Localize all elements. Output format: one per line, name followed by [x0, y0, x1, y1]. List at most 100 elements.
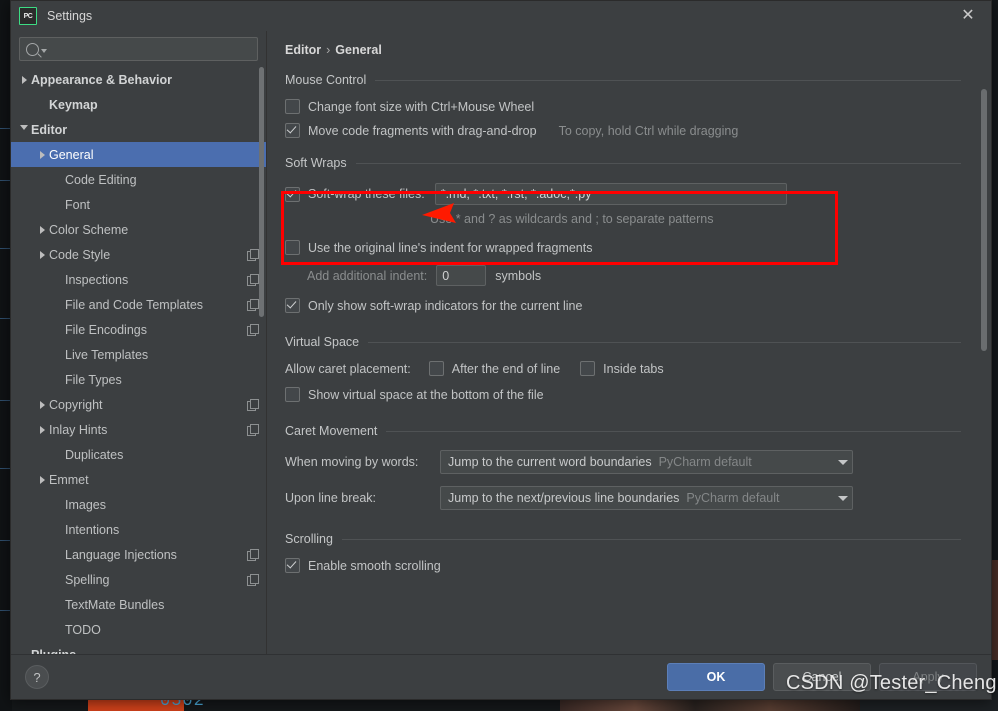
section-divider [341, 538, 961, 540]
row-additional-indent: Add additional indent: 0 symbols [307, 265, 991, 286]
sidebar-item-label: Copyright [49, 397, 103, 412]
inside-tabs-checkbox[interactable] [580, 361, 596, 376]
after-end-of-line-label: After the end of line [451, 361, 561, 376]
breadcrumb-root[interactable]: Editor [285, 43, 321, 57]
only-current-line-checkbox[interactable] [285, 298, 300, 313]
watermark-text: CSDN @Tester_Cheng [786, 672, 997, 694]
section-title: Soft Wraps [285, 156, 347, 170]
sidebar-item-plugins[interactable]: Plugins [11, 642, 266, 655]
search-icon [26, 42, 39, 56]
sidebar-item-file-and-code-templates[interactable]: File and Code Templates [11, 292, 266, 317]
content-scrollbar-thumb[interactable] [981, 89, 987, 351]
moving-by-words-default-tag: PyCharm default [658, 455, 752, 469]
sidebar-item-appearance-behavior[interactable]: Appearance & Behavior [11, 67, 266, 92]
additional-indent-suffix: symbols [495, 268, 542, 283]
copy-settings-icon[interactable] [247, 399, 259, 411]
sidebar-item-label: Spelling [65, 572, 110, 587]
copy-settings-icon[interactable] [247, 574, 259, 586]
sidebar-item-todo[interactable]: TODO [11, 617, 266, 642]
section-divider [368, 341, 961, 343]
additional-indent-input[interactable]: 0 [436, 265, 487, 286]
section-caret-movement: Caret Movement [285, 424, 991, 438]
sidebar-item-live-templates[interactable]: Live Templates [11, 342, 266, 367]
section-divider [386, 430, 961, 432]
row-change-font-size: Change font size with Ctrl+Mouse Wheel [285, 99, 991, 114]
sidebar-item-label: Inspections [65, 272, 129, 287]
chevron-down-icon [838, 459, 848, 465]
sidebar-item-color-scheme[interactable]: Color Scheme [11, 217, 266, 242]
row-drag-and-drop: Move code fragments with drag-and-drop T… [285, 123, 991, 138]
soft-wrap-files-input[interactable]: *.md; *.txt; *.rst; *.adoc;*.py [434, 183, 787, 205]
sidebar-item-file-encodings[interactable]: File Encodings [11, 317, 266, 342]
copy-settings-icon[interactable] [247, 424, 259, 436]
search-box[interactable] [19, 37, 258, 61]
copy-settings-icon[interactable] [247, 274, 259, 286]
close-icon[interactable]: ✕ [953, 5, 983, 27]
sidebar-item-duplicates[interactable]: Duplicates [11, 442, 266, 467]
chevron-right-icon [17, 75, 31, 84]
sidebar-item-inlay-hints[interactable]: Inlay Hints [11, 417, 266, 442]
settings-sidebar: Appearance & Behavior Keymap Editor General… [11, 31, 266, 654]
row-caret-placement: Allow caret placement: After the end of … [285, 361, 991, 376]
drag-and-drop-checkbox[interactable] [285, 123, 300, 138]
pycharm-icon: PC [19, 7, 37, 25]
upon-line-break-default-tag: PyCharm default [686, 491, 780, 505]
moving-by-words-select[interactable]: Jump to the current word boundaries PyCh… [440, 450, 853, 474]
chevron-down-icon [17, 125, 31, 134]
search-input[interactable] [51, 41, 251, 57]
copy-settings-icon[interactable] [247, 549, 259, 561]
sidebar-item-spelling[interactable]: Spelling [11, 567, 266, 592]
chevron-right-icon [35, 425, 49, 434]
section-title: Caret Movement [285, 424, 378, 438]
sidebar-item-inspections[interactable]: Inspections [11, 267, 266, 292]
sidebar-item-emmet[interactable]: Emmet [11, 467, 266, 492]
chevron-right-icon [35, 400, 49, 409]
sidebar-item-textmate-bundles[interactable]: TextMate Bundles [11, 592, 266, 617]
copy-settings-icon[interactable] [247, 249, 259, 261]
sidebar-item-language-injections[interactable]: Language Injections [11, 542, 266, 567]
sidebar-item-images[interactable]: Images [11, 492, 266, 517]
sidebar-item-code-editing[interactable]: Code Editing [11, 167, 266, 192]
row-smooth-scrolling: Enable smooth scrolling [285, 558, 991, 573]
row-original-indent: Use the original line's indent for wrapp… [285, 240, 991, 255]
change-font-size-checkbox[interactable] [285, 99, 300, 114]
section-soft-wraps: Soft Wraps [285, 156, 991, 170]
sidebar-item-label: Intentions [65, 522, 120, 537]
sidebar-item-copyright[interactable]: Copyright [11, 392, 266, 417]
sidebar-item-keymap[interactable]: Keymap [11, 92, 266, 117]
ok-button[interactable]: OK [667, 663, 765, 691]
sidebar-scrollbar-thumb[interactable] [259, 67, 264, 317]
original-indent-checkbox[interactable] [285, 240, 300, 255]
settings-tree[interactable]: Appearance & Behavior Keymap Editor General… [11, 65, 266, 654]
sidebar-item-label: File Encodings [65, 322, 147, 337]
copy-settings-icon[interactable] [247, 324, 259, 336]
sidebar-item-label: Code Style [49, 247, 111, 262]
chevron-right-icon [35, 225, 49, 234]
sidebar-item-file-types[interactable]: File Types [11, 367, 266, 392]
additional-indent-label: Add additional indent: [307, 268, 428, 283]
after-end-of-line-checkbox[interactable] [428, 361, 444, 376]
sidebar-item-code-style[interactable]: Code Style [11, 242, 266, 267]
row-show-virtual-space: Show virtual space at the bottom of the … [285, 387, 991, 402]
section-title: Scrolling [285, 532, 333, 546]
section-mouse-control: Mouse Control [285, 73, 991, 87]
row-upon-line-break: Upon line break: Jump to the next/previo… [285, 486, 991, 510]
chevron-down-icon [838, 495, 848, 501]
help-button[interactable]: ? [25, 665, 49, 689]
smooth-scrolling-checkbox[interactable] [285, 558, 300, 573]
sidebar-item-editor[interactable]: Editor [11, 117, 266, 142]
section-virtual-space: Virtual Space [285, 335, 991, 349]
soft-wrap-files-checkbox[interactable] [285, 186, 300, 202]
upon-line-break-select[interactable]: Jump to the next/previous line boundarie… [440, 486, 853, 510]
sidebar-item-font[interactable]: Font [11, 192, 266, 217]
show-virtual-space-checkbox[interactable] [285, 387, 300, 402]
sidebar-item-general[interactable]: General [11, 142, 266, 167]
chevron-right-icon [35, 250, 49, 259]
drag-and-drop-label: Move code fragments with drag-and-drop [308, 123, 537, 138]
moving-by-words-value: Jump to the current word boundaries [448, 455, 652, 469]
copy-settings-icon[interactable] [247, 299, 259, 311]
breadcrumb-leaf: General [335, 43, 382, 57]
upon-line-break-label: Upon line break: [285, 491, 377, 505]
sidebar-item-intentions[interactable]: Intentions [11, 517, 266, 542]
sidebar-item-label: Live Templates [65, 347, 149, 362]
